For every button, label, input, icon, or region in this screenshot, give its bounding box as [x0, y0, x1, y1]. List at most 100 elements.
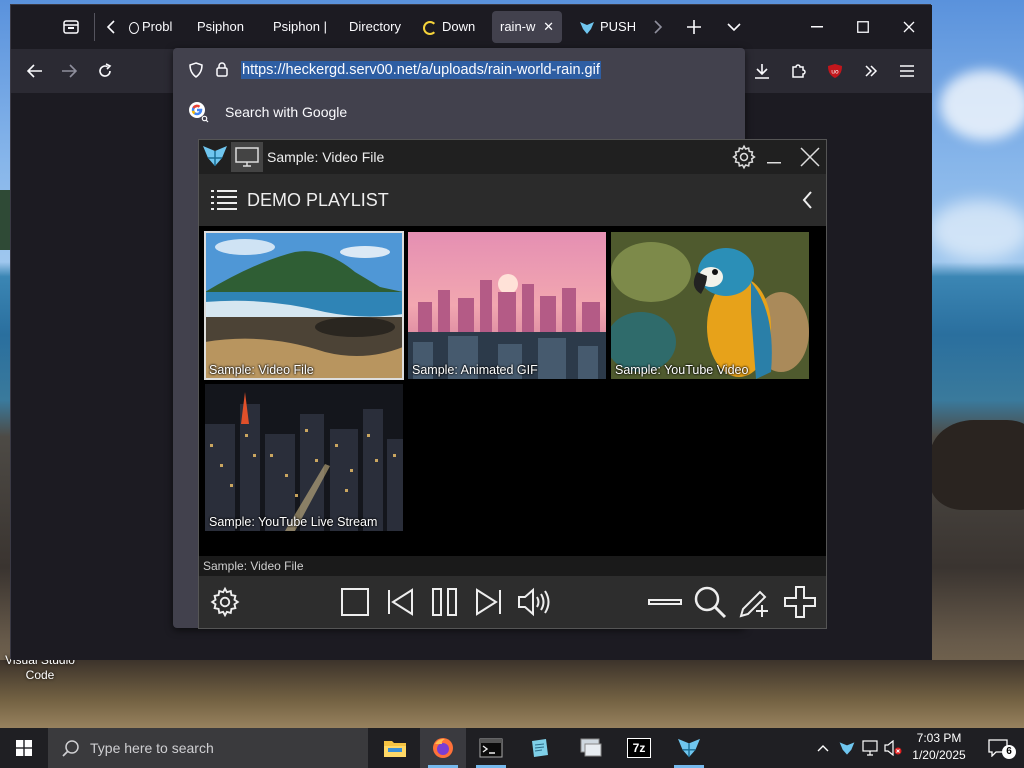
tab-label: Psiphon | — [273, 19, 327, 34]
url-field[interactable]: https://heckergd.serv00.net/a/uploads/ra… — [179, 54, 739, 86]
close-tab-icon[interactable]: ✕ — [543, 11, 554, 43]
search-placeholder: Type here to search — [90, 740, 214, 756]
tab-scroll-right-button[interactable] — [646, 11, 670, 43]
playlist-list-icon[interactable] — [211, 189, 237, 211]
player-settings-title-button[interactable] — [731, 144, 757, 170]
zoom-search-button[interactable] — [692, 584, 728, 620]
push-app-icon — [580, 21, 594, 34]
player-status-bar: Sample: Video File — [199, 556, 826, 576]
download-icon — [755, 64, 769, 79]
close-icon — [800, 147, 820, 167]
taskbar-file-explorer[interactable] — [372, 728, 418, 768]
tab-scroll-left-button[interactable] — [99, 11, 123, 43]
lock-icon[interactable] — [215, 61, 229, 77]
taskbar-clock[interactable]: 7:03 PM 1/20/2025 — [904, 730, 974, 766]
city-sunset-thumbnail-image — [408, 232, 606, 379]
tray-network[interactable] — [860, 728, 882, 768]
tab-psiphon-2[interactable]: Psiphon | — [265, 11, 331, 43]
tab-label: Down — [442, 19, 476, 34]
chevron-right-icon — [654, 20, 663, 34]
firefox-view-button[interactable] — [55, 11, 87, 43]
playlist-item-video-file[interactable]: Sample: Video File — [204, 231, 404, 380]
playlist-item-caption: Sample: Video File — [209, 363, 314, 377]
minimize-window-button[interactable] — [794, 5, 840, 49]
more-tools-button[interactable] — [855, 55, 887, 87]
downloads-button[interactable] — [746, 55, 778, 87]
zoom-in-button[interactable] — [782, 584, 818, 620]
pause-icon — [432, 588, 457, 616]
new-tab-button[interactable] — [678, 11, 710, 43]
double-chevron-right-icon — [865, 65, 878, 77]
tracking-protection-shield-icon[interactable] — [188, 62, 204, 78]
chevron-left-icon — [106, 20, 115, 34]
list-all-tabs-button[interactable] — [718, 11, 750, 43]
playlist-item-caption: Sample: YouTube Live Stream — [209, 515, 378, 529]
minimize-icon — [811, 26, 823, 28]
minimize-icon — [767, 162, 781, 164]
volume-button[interactable] — [516, 584, 552, 620]
taskbar-notepad[interactable] — [516, 728, 562, 768]
taskbar-search-box[interactable]: Type here to search — [48, 728, 368, 768]
chevron-up-icon — [817, 745, 829, 752]
playlist-item-youtube-live-stream[interactable]: Sample: YouTube Live Stream — [205, 384, 403, 531]
clock-date: 1/20/2025 — [912, 748, 966, 762]
zoom-out-button[interactable] — [647, 584, 683, 620]
stop-button[interactable] — [337, 584, 373, 620]
next-button[interactable] — [471, 584, 507, 620]
start-button[interactable] — [0, 728, 48, 768]
maximize-window-button[interactable] — [840, 5, 886, 49]
show-hidden-icons-button[interactable] — [812, 728, 834, 768]
forward-button[interactable] — [53, 55, 85, 87]
reload-button[interactable] — [89, 55, 121, 87]
playlist-item-animated-gif[interactable]: Sample: Animated GIF — [408, 232, 606, 379]
monitor-icon — [235, 147, 259, 167]
url-text-selected[interactable]: https://heckergd.serv00.net/a/uploads/ra… — [241, 61, 601, 79]
playlist-collapse-button[interactable] — [801, 190, 821, 210]
tab-download[interactable]: Down — [415, 11, 481, 43]
pause-button[interactable] — [427, 584, 463, 620]
tray-player-app[interactable] — [836, 728, 858, 768]
taskbar-7zip[interactable]: 7z — [616, 728, 662, 768]
beach-thumbnail-image — [205, 232, 403, 379]
ublock-origin-button[interactable]: uo — [819, 55, 851, 87]
tab-psiphon-1[interactable]: Psiphon — [189, 11, 255, 43]
back-button[interactable] — [19, 55, 51, 87]
notification-center-button[interactable]: 6 — [978, 728, 1018, 768]
back-arrow-icon — [27, 64, 42, 78]
gear-icon — [732, 144, 756, 170]
display-mode-button[interactable] — [231, 142, 263, 172]
tab-label: rain-w — [500, 19, 536, 34]
suggestion-label: Search with Google — [225, 104, 348, 120]
minus-icon — [648, 599, 682, 605]
tab-problems[interactable]: Probl — [121, 11, 177, 43]
puzzle-icon — [792, 64, 806, 78]
close-window-button[interactable] — [886, 5, 932, 49]
tab-rain-world-active[interactable]: rain-w ✕ — [492, 11, 562, 43]
search-suggestion-google[interactable]: Search with Google — [187, 100, 347, 124]
previous-button[interactable] — [382, 584, 418, 620]
taskbar-terminal[interactable] — [468, 728, 514, 768]
terminal-icon — [479, 738, 503, 758]
tab-label: Directory — [349, 19, 402, 34]
taskbar-firefox[interactable] — [420, 728, 466, 768]
desktop-rock — [930, 420, 1024, 510]
svg-text:uo: uo — [831, 69, 839, 76]
player-settings-button[interactable] — [207, 584, 243, 620]
tab-directory[interactable]: Directory — [341, 11, 407, 43]
taskbar-remote-desktop[interactable] — [568, 728, 614, 768]
add-to-playlist-button[interactable] — [737, 584, 773, 620]
app-menu-button[interactable] — [891, 55, 923, 87]
player-minimize-button[interactable] — [767, 146, 787, 168]
extensions-button[interactable] — [782, 55, 814, 87]
hamburger-menu-icon — [900, 65, 914, 77]
tab-push[interactable]: PUSH — [571, 11, 635, 43]
firefox-view-icon — [63, 20, 79, 34]
reload-icon — [99, 63, 112, 77]
plus-icon — [687, 20, 701, 34]
taskbar-player-app[interactable] — [666, 728, 712, 768]
parrot-thumbnail-image — [611, 232, 809, 379]
tray-volume-muted[interactable] — [882, 728, 904, 768]
desktop-cloud — [940, 70, 1024, 140]
playlist-item-youtube-video[interactable]: Sample: YouTube Video — [611, 232, 809, 379]
player-close-button[interactable] — [799, 146, 821, 168]
